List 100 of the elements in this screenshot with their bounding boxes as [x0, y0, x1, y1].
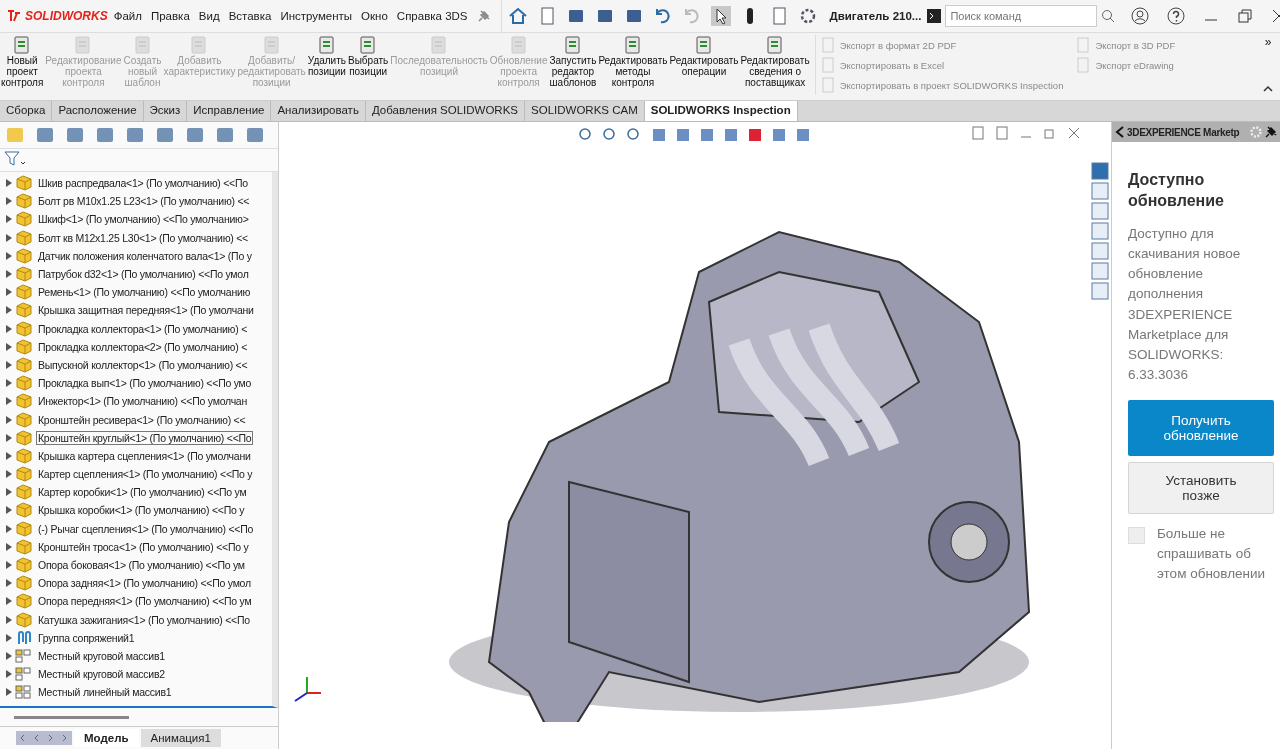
ribbon-tab[interactable]: Эскиз	[143, 101, 188, 121]
part-icon	[15, 575, 33, 592]
tree-item[interactable]: Ремень<1> (По умолчанию) <<По умолчанию	[36, 285, 253, 300]
app-logo: SOLIDWORKS	[6, 9, 108, 23]
pin-icon[interactable]	[1265, 126, 1277, 138]
part-icon	[15, 502, 33, 519]
filter-icon[interactable]	[4, 151, 26, 167]
menu-item[interactable]: Вид	[198, 10, 220, 22]
ribbon-tab[interactable]: SOLIDWORKS Inspection	[644, 101, 798, 121]
part-icon	[15, 302, 33, 319]
tree-item[interactable]: Местный линейный массив1	[36, 685, 174, 700]
ribbon-tab[interactable]: Расположение	[52, 101, 144, 121]
tree-item[interactable]: Выпускной коллектор<1> (По умолчанию) <<	[36, 357, 250, 372]
tree-item[interactable]: Группа сопряжений1	[36, 630, 137, 645]
tree-item[interactable]: Кронштейн троса<1> (По умолчанию) <<По у	[36, 539, 251, 554]
tree-item[interactable]: (-) Рычаг сцепления<1> (По умолчанию) <<По	[36, 521, 256, 536]
tree-item[interactable]: Кронштейн ресивера<1> (По умолчанию) <<	[36, 412, 248, 427]
ribbon-button[interactable]: Редактировать методы контроля	[597, 35, 669, 89]
terminal-icon	[927, 9, 942, 23]
tree-item[interactable]: Крышка картера сцепления<1> (По умолчани	[36, 448, 253, 463]
menu-item[interactable]: Файл	[113, 10, 142, 22]
ribbon-button[interactable]: Удалить позиции	[306, 35, 347, 78]
install-later-button[interactable]: Установить позже	[1128, 461, 1274, 514]
tree-item[interactable]: Патрубок d32<1> (По умолчанию) <<По умол	[36, 267, 251, 282]
tree-item[interactable]: Картер коробки<1> (По умолчанию) <<По ум	[36, 485, 249, 500]
model-tab[interactable]: Анимация1	[140, 729, 221, 747]
update-heading: Доступно обновление	[1128, 170, 1225, 211]
ribbon-tab[interactable]: SOLIDWORKS CAM	[525, 101, 645, 121]
ribbon-tab[interactable]: Сборка	[0, 101, 53, 121]
more-button[interactable]: »	[1264, 35, 1272, 49]
tree-item[interactable]: Местный круговой массив2	[36, 667, 167, 682]
checkbox[interactable]	[1128, 526, 1145, 544]
update-message: Доступно для скачивания новое обновление дополнения 3DEXPERIENCE Marketplace для SOLIDWORKS: 6.33.3036	[1128, 224, 1242, 385]
tree-item[interactable]: Опора задняя<1> (По умолчанию) <<По умол	[36, 576, 253, 591]
export-icon	[819, 77, 836, 93]
part-icon	[15, 593, 33, 610]
part-icon	[15, 284, 33, 301]
part-icon	[15, 466, 33, 483]
tree-item[interactable]: Опора передняя<1> (По умолчанию) <<По ум	[36, 594, 254, 609]
part-icon	[15, 538, 33, 555]
user-icon[interactable]	[1131, 7, 1150, 25]
ribbon-tab[interactable]: Добавления SOLIDWORKS	[365, 101, 525, 121]
tree-item[interactable]: Шкиф<1> (По умолчанию) <<По умолчанию>	[36, 212, 251, 227]
search-field[interactable]: Поиск команд	[945, 5, 1098, 27]
part-icon	[15, 175, 33, 192]
part-icon	[15, 393, 33, 410]
pattern-icon	[15, 684, 33, 701]
part-icon	[15, 266, 33, 283]
get-update-button[interactable]: Получить обновление	[1128, 399, 1274, 456]
pattern-icon	[15, 647, 33, 664]
tree-item[interactable]: Датчик положения коленчатого вала<1> (По у	[36, 248, 254, 263]
export-icon	[1075, 37, 1092, 53]
tree-item[interactable]: Болт кв M12x1.25 L30<1> (По умолчанию) <<	[36, 230, 250, 245]
tree-item[interactable]: Кронштейн круглый<1> (По умолчанию) <<По	[36, 430, 254, 445]
ribbon-button[interactable]: Выбрать позиции	[347, 35, 390, 78]
ribbon-button[interactable]: Редактировать сведения о поставщиках	[739, 35, 811, 89]
tree-item[interactable]: Крышка защитная передняя<1> (По умолчани	[36, 303, 256, 318]
tab-navigation-icon[interactable]	[16, 731, 72, 745]
menu-item[interactable]: Правка	[150, 10, 190, 22]
ribbon-tab[interactable]: Исправление	[187, 101, 272, 121]
menu-item[interactable]: Окно	[361, 10, 388, 22]
help-icon[interactable]	[1167, 7, 1186, 25]
tree-item[interactable]: Катушка зажигания<1> (По умолчанию) <<По	[36, 612, 252, 627]
tree-item[interactable]: Опора боковая<1> (По умолчанию) <<По ум	[36, 558, 247, 573]
tree-item[interactable]: Болт рв M10x1.25 L23<1> (По умолчанию) <<	[36, 194, 252, 209]
tree-item[interactable]: Прокладка коллектора<2> (По умолчанию) <	[36, 339, 250, 354]
part-icon	[15, 375, 33, 392]
paperclip-icon	[15, 629, 33, 646]
part-icon	[15, 229, 33, 246]
menu-item[interactable]: Справка 3DS	[396, 10, 468, 22]
export-icon	[819, 37, 836, 53]
restore-icon[interactable]	[1237, 8, 1254, 24]
tree-item[interactable]: Прокладка коллектора<1> (По умолчанию) <	[36, 321, 250, 336]
part-icon	[15, 520, 33, 537]
search-icon	[1101, 9, 1116, 23]
logo-icon	[6, 9, 22, 23]
part-icon	[15, 411, 33, 428]
part-icon	[15, 247, 33, 264]
ribbon-button[interactable]: Редактировать операции	[668, 35, 740, 78]
chevron-left-icon[interactable]	[1115, 126, 1125, 138]
part-icon	[15, 320, 33, 337]
tree-item[interactable]: Шкив распредвала<1> (По умолчанию) <<По	[36, 176, 250, 191]
menu-item[interactable]: Вставка	[228, 10, 272, 22]
ribbon-button[interactable]: Запустить редактор шаблонов	[548, 35, 598, 89]
model-tab[interactable]: Модель	[74, 729, 139, 747]
tree-item[interactable]: Картер сцепления<1> (По умолчанию) <<По у	[36, 467, 255, 482]
tree-item[interactable]: Местный круговой массив1	[36, 648, 167, 663]
part-icon	[15, 557, 33, 574]
part-icon	[15, 356, 33, 373]
pattern-icon	[15, 666, 33, 683]
ribbon-button[interactable]: Новый проект контроля	[0, 35, 45, 89]
tree-item[interactable]: Прокладка вып<1> (По умолчанию) <<По умо	[36, 376, 254, 391]
ribbon-tab[interactable]: Анализировать	[271, 101, 366, 121]
menu-item[interactable]: Инструменты	[280, 10, 353, 22]
tree-item[interactable]: Крышка коробки<1> (По умолчанию) <<По у	[36, 503, 247, 518]
tree-item[interactable]: Инжектор<1> (По умолчанию) <<По умолчан	[36, 394, 249, 409]
export-icon	[1075, 57, 1092, 73]
part-icon	[15, 429, 33, 446]
document-title: Двигатель 210...	[829, 10, 922, 22]
scrollbar-thumb[interactable]	[14, 715, 129, 719]
